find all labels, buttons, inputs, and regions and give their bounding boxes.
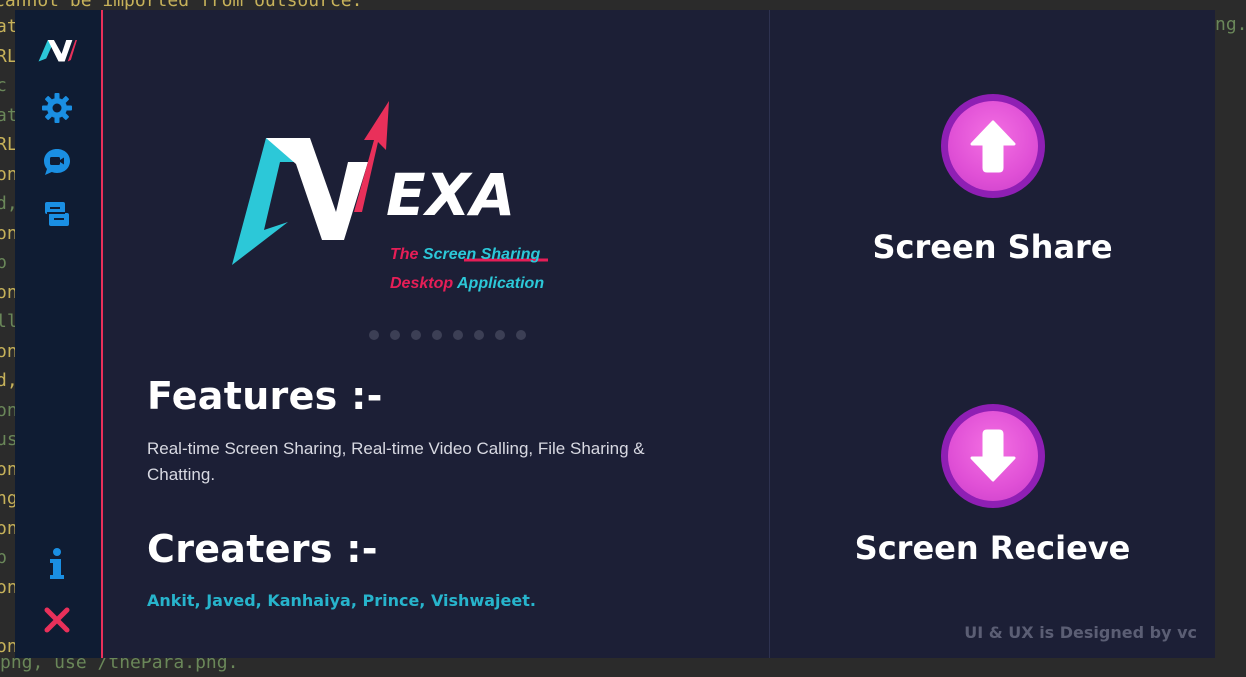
gear-icon[interactable] — [37, 88, 77, 128]
carousel-dot[interactable] — [390, 330, 400, 340]
code-fragment-left: c — [0, 75, 7, 96]
logo-wordmark: EXA — [386, 161, 515, 229]
creators-names: Ankit, Javed, Kanhaiya, Prince, Vishwaje… — [147, 591, 536, 610]
arrow-up-icon — [970, 120, 1016, 173]
screen-receive-label[interactable]: Screen Recieve — [770, 529, 1215, 567]
carousel-dot[interactable] — [369, 330, 379, 340]
screen-receive-button-face — [948, 411, 1038, 501]
carousel-dot[interactable] — [453, 330, 463, 340]
carousel-dot[interactable] — [411, 330, 421, 340]
logo-tagline-line1: The Screen Sharing — [390, 246, 540, 264]
screen-share-button[interactable] — [941, 94, 1045, 198]
screen-share-button-face — [948, 101, 1038, 191]
features-heading: Features :- — [147, 374, 383, 418]
carousel-dot[interactable] — [432, 330, 442, 340]
tagline-word-the: The — [390, 246, 419, 263]
tagline-word-application: Application — [456, 275, 545, 292]
screen-receive-button[interactable] — [941, 404, 1045, 508]
code-fragment-left: p — [0, 547, 7, 568]
screen-share-label[interactable]: Screen Share — [770, 228, 1215, 266]
main-panel: EXA The Screen Sharing Desktop Applicati… — [103, 10, 769, 658]
code-fragment-left: p — [0, 252, 7, 273]
app-window: EXA The Screen Sharing Desktop Applicati… — [15, 10, 1215, 658]
sidebar — [15, 10, 103, 658]
carousel-dot[interactable] — [495, 330, 505, 340]
info-icon[interactable] — [37, 544, 77, 584]
carousel-dot[interactable] — [516, 330, 526, 340]
tagline-word-screen-sharing: Screen Sharing — [422, 246, 541, 263]
features-text: Real-time Screen Sharing, Real-time Vide… — [147, 439, 645, 484]
files-icon[interactable] — [37, 194, 77, 234]
video-chat-icon[interactable] — [37, 142, 77, 182]
arrow-down-icon — [970, 429, 1016, 482]
creators-heading: Creaters :- — [147, 527, 378, 571]
carousel-dots — [369, 330, 526, 340]
code-fragment-right: ng. — [1215, 14, 1246, 35]
design-credit: UI & UX is Designed by vc — [964, 623, 1197, 642]
nexa-logo-icon[interactable] — [37, 30, 77, 70]
carousel-dot[interactable] — [474, 330, 484, 340]
logo-tagline-line2: Desktop Application — [390, 275, 544, 293]
actions-panel: Screen Share Screen Recieve UI & UX is D… — [770, 10, 1215, 658]
close-icon[interactable] — [37, 600, 77, 640]
tagline-word-desktop: Desktop — [390, 275, 454, 292]
nexa-logo: EXA The Screen Sharing Desktop Applicati… — [218, 100, 578, 300]
